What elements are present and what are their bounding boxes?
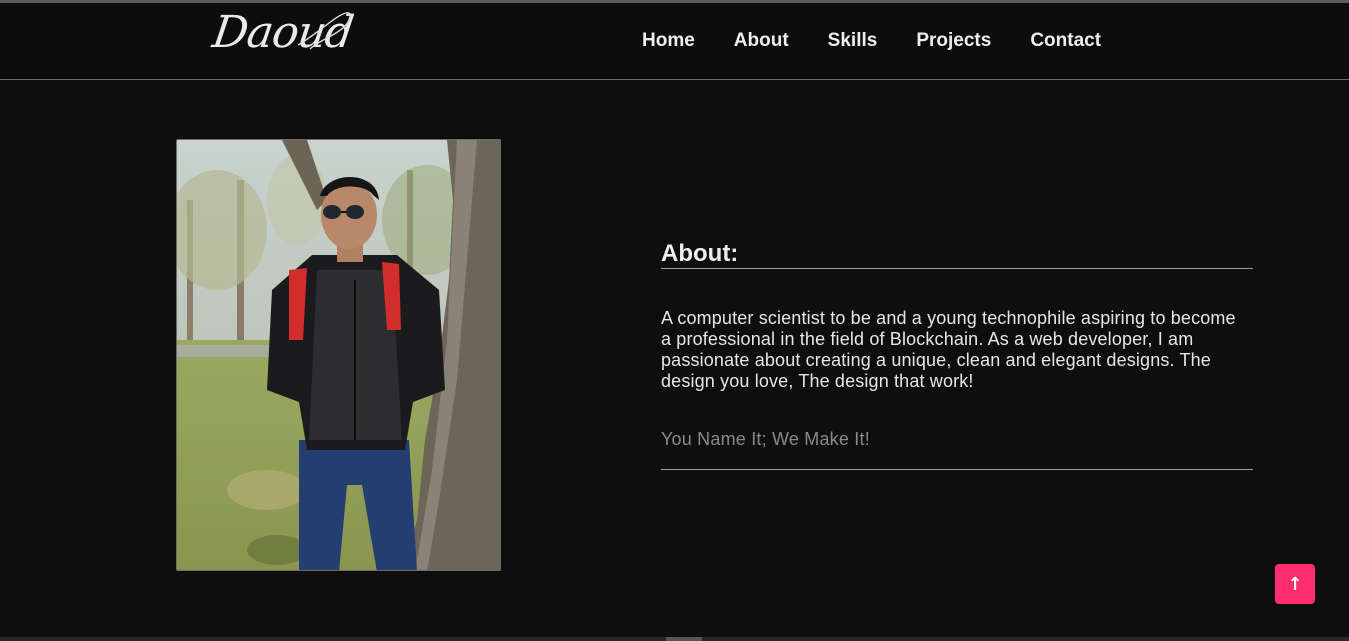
about-description: A computer scientist to be and a young t… xyxy=(661,308,1236,391)
arrow-up-icon: ↑ xyxy=(1287,573,1303,595)
logo-swash-icon xyxy=(297,12,352,50)
scroll-to-top-button[interactable]: ↑ xyxy=(1275,564,1315,604)
nav-about[interactable]: About xyxy=(734,28,789,54)
nav-skills[interactable]: Skills xyxy=(828,28,878,54)
nav-home[interactable]: Home xyxy=(642,28,695,54)
nav-contact[interactable]: Contact xyxy=(1030,28,1101,54)
about-heading: About: xyxy=(661,240,739,267)
scrollbar-thumb[interactable] xyxy=(666,637,702,641)
tagline-divider xyxy=(661,469,1253,470)
tagline: You Name It; We Make It! xyxy=(661,429,870,449)
profile-photo-illustration xyxy=(177,140,500,570)
heading-divider xyxy=(661,268,1253,269)
main-nav: Home About Skills Projects Contact xyxy=(642,28,1140,54)
nav-projects[interactable]: Projects xyxy=(916,28,991,54)
profile-photo xyxy=(176,139,501,571)
site-header: Daoud Home About Skills Projects Contact xyxy=(0,3,1349,80)
